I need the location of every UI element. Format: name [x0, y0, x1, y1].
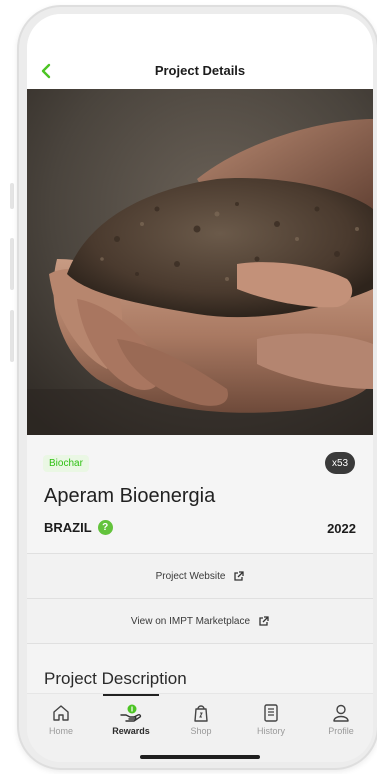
top-bar: Project Details: [27, 14, 373, 89]
project-year: 2022: [327, 521, 356, 536]
tab-label: Home: [48, 726, 73, 736]
project-hero-image: [27, 89, 373, 435]
soil-in-hands-image: [27, 89, 373, 435]
project-website-link[interactable]: Project Website: [27, 553, 373, 598]
project-country: BRAZIL: [44, 520, 92, 535]
history-icon: [264, 704, 278, 722]
category-tag: Biochar: [43, 455, 89, 472]
project-name: Aperam Bioenergia: [44, 485, 216, 507]
profile-icon: [333, 704, 349, 722]
tab-history[interactable]: History: [243, 703, 299, 736]
project-website-label: Project Website: [155, 570, 226, 582]
app-screen: Project Details Biochar x53 Aperam Bioen…: [27, 14, 373, 762]
help-icon[interactable]: ?: [97, 520, 113, 535]
tab-shop[interactable]: Shop: [173, 703, 229, 736]
count-badge: x53: [325, 452, 355, 474]
page-title: Project Details: [154, 63, 246, 78]
home-indicator: [140, 755, 260, 759]
marketplace-link[interactable]: View on IMPT Marketplace: [27, 598, 373, 643]
tab-home[interactable]: Home: [33, 703, 89, 736]
bottom-tab-bar: Home Rewards Shop History Profile: [27, 693, 373, 762]
external-link-icon: [259, 615, 269, 626]
project-description-title: Project Description: [44, 669, 187, 688]
divider: [27, 643, 373, 644]
volume-down-button: [10, 310, 14, 362]
mute-switch: [10, 183, 14, 209]
tab-label: Shop: [190, 726, 212, 736]
volume-up-button: [10, 238, 14, 290]
tab-profile[interactable]: Profile: [313, 703, 369, 736]
country-row: BRAZIL ?: [44, 520, 113, 535]
marketplace-label: View on IMPT Marketplace: [130, 615, 251, 627]
shop-icon: [194, 705, 208, 722]
active-tab-indicator: [103, 694, 159, 696]
external-link-icon: [234, 570, 245, 581]
tab-rewards[interactable]: Rewards: [103, 703, 159, 736]
tab-label: Rewards: [112, 726, 150, 736]
tab-label: History: [256, 726, 285, 736]
rewards-icon: [120, 704, 142, 722]
tab-label: Profile: [328, 726, 354, 736]
device-mockup: Project Details Biochar x53 Aperam Bioen…: [0, 0, 377, 774]
home-icon: [53, 705, 69, 721]
project-info-card: Biochar x53 Aperam Bioenergia BRAZIL ? 2…: [27, 435, 373, 553]
